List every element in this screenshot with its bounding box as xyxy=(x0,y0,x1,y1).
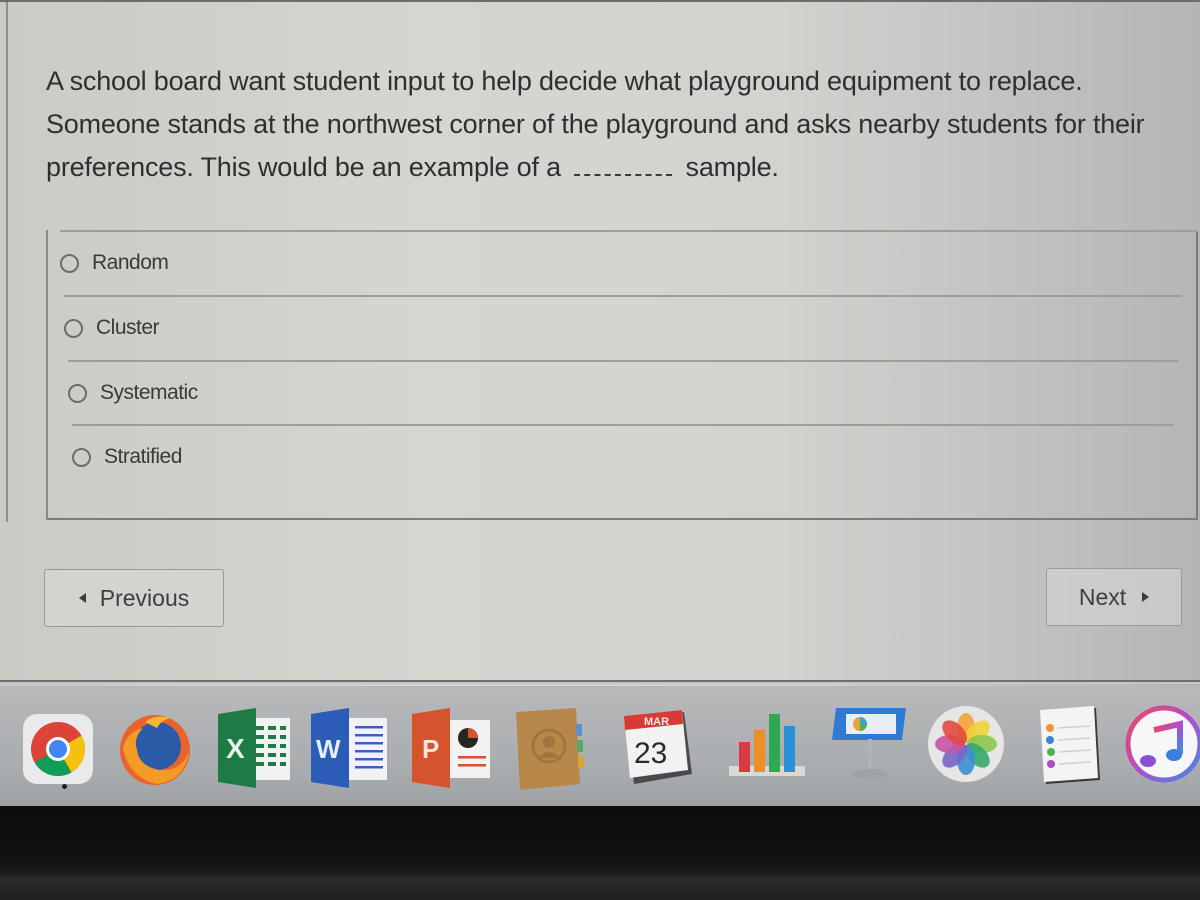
reminders-icon xyxy=(1040,706,1100,784)
dock-app-powerpoint[interactable]: P xyxy=(408,708,496,788)
dock-app-excel[interactable]: X xyxy=(208,708,296,788)
radio-button[interactable] xyxy=(64,318,83,338)
dock: X W P MAR 23 xyxy=(0,686,1200,806)
chevron-left-icon xyxy=(78,593,86,603)
powerpoint-icon: P xyxy=(412,708,490,788)
word-letter: W xyxy=(316,734,341,764)
photos-icon xyxy=(928,706,1004,782)
question-panel: A school board want student input to hel… xyxy=(6,2,1198,522)
answer-option-stratified[interactable]: Stratified xyxy=(72,424,1174,488)
answer-option-random[interactable]: Random xyxy=(60,230,1198,294)
calendar-icon: MAR 23 xyxy=(624,710,692,784)
dock-app-calendar[interactable]: MAR 23 xyxy=(622,708,700,788)
dock-app-contacts[interactable] xyxy=(510,706,590,796)
dock-app-firefox[interactable] xyxy=(115,708,195,788)
running-indicator xyxy=(62,784,67,789)
previous-label: Previous xyxy=(99,584,190,611)
question-line-1: A school board want student input to hel… xyxy=(46,66,1083,96)
question-line-2: Someone stands at the northwest corner o… xyxy=(46,109,1145,139)
keynote-icon xyxy=(832,708,906,779)
word-icon: W xyxy=(311,708,387,788)
question-text-after-blank: sample. xyxy=(685,152,779,182)
contacts-icon xyxy=(516,708,584,790)
itunes-icon xyxy=(1125,705,1200,783)
answer-label: Systematic xyxy=(100,381,198,404)
next-button[interactable]: Next xyxy=(1046,568,1182,626)
dock-app-itunes[interactable] xyxy=(1124,704,1200,784)
dock-app-photos[interactable] xyxy=(926,704,1006,784)
dock-divider xyxy=(0,680,1200,684)
answer-label: Stratified xyxy=(104,445,182,468)
numbers-icon xyxy=(729,714,805,776)
dock-app-word[interactable]: W xyxy=(305,708,393,788)
answer-option-cluster[interactable]: Cluster xyxy=(64,295,1182,359)
browser-page: A school board want student input to hel… xyxy=(0,0,1200,690)
dock-app-numbers[interactable] xyxy=(727,706,809,786)
calendar-day: 23 xyxy=(634,737,667,770)
answer-option-systematic[interactable]: Systematic xyxy=(68,360,1178,424)
chevron-right-icon xyxy=(1142,592,1150,602)
dock-app-reminders[interactable] xyxy=(1036,706,1106,788)
previous-button[interactable]: Previous xyxy=(44,569,224,627)
dock-app-chrome[interactable] xyxy=(22,713,94,785)
firefox-icon xyxy=(120,715,190,785)
radio-button[interactable] xyxy=(68,383,87,403)
radio-button[interactable] xyxy=(72,447,91,467)
radio-button[interactable] xyxy=(60,253,79,273)
question-prompt: A school board want student input to hel… xyxy=(46,60,1196,189)
question-text-before-blank: preferences. This would be an example of… xyxy=(46,152,561,182)
calendar-month: MAR xyxy=(644,716,669,728)
next-label: Next xyxy=(1078,583,1127,610)
answer-label: Random xyxy=(92,251,169,274)
chrome-icon xyxy=(23,714,93,784)
excel-icon: X xyxy=(218,708,290,788)
fill-in-blank xyxy=(574,174,673,176)
monitor-bezel xyxy=(0,806,1200,900)
dock-app-keynote[interactable] xyxy=(830,702,912,788)
excel-letter: X xyxy=(226,733,245,764)
answer-choices: Random Cluster Systematic Stratified xyxy=(46,230,1198,520)
question-line-3: preferences. This would be an example of… xyxy=(46,146,1196,189)
powerpoint-letter: P xyxy=(422,734,439,764)
answer-label: Cluster xyxy=(96,316,160,339)
